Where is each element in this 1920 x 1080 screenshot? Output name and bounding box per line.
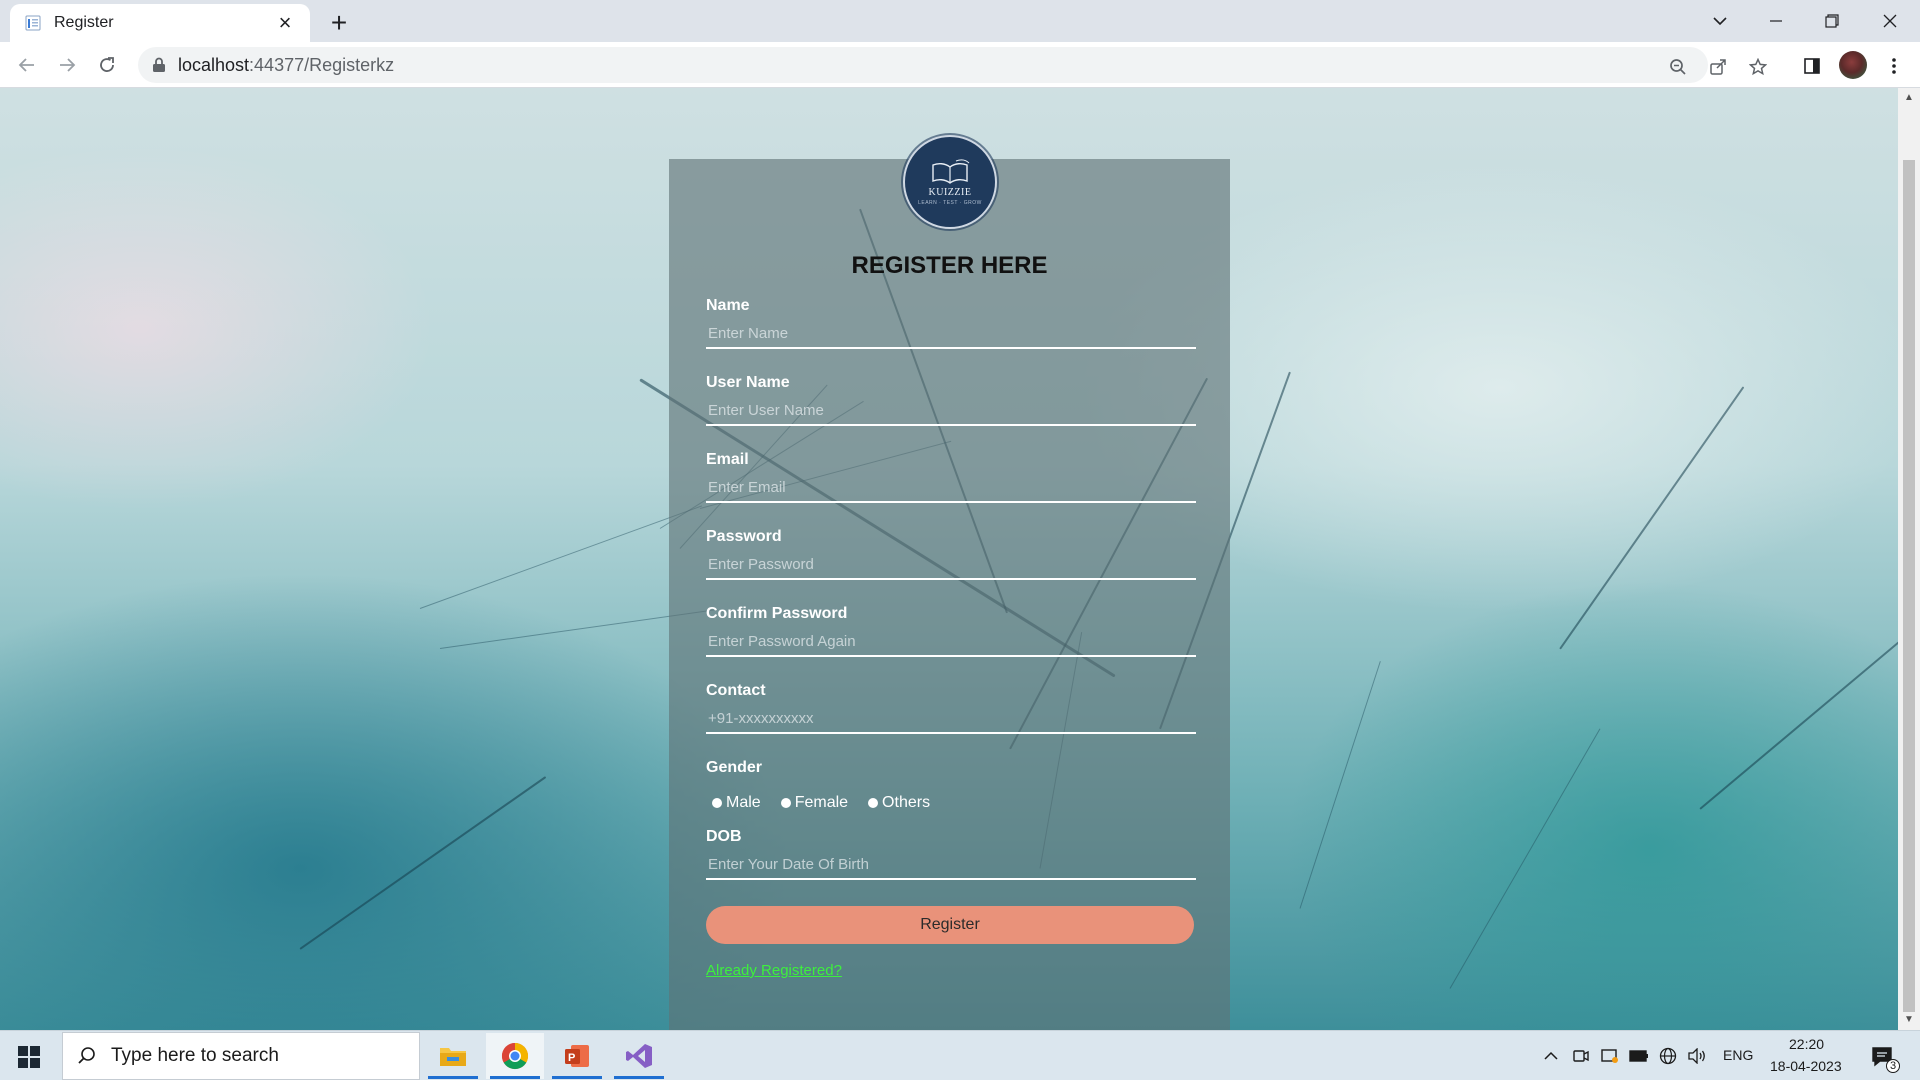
male-radio[interactable] <box>712 798 722 808</box>
background-hair <box>1299 661 1381 909</box>
dob-input[interactable] <box>706 850 1196 880</box>
minimize-icon[interactable] <box>1748 0 1804 42</box>
username-input[interactable] <box>706 396 1196 426</box>
password-label: Password <box>706 528 782 545</box>
url-path: :44377/Registerkz <box>249 54 395 75</box>
lock-icon[interactable] <box>152 57 166 73</box>
confirm-password-label: Confirm Password <box>706 605 848 622</box>
network-globe-icon[interactable] <box>1657 1045 1679 1067</box>
name-input[interactable] <box>706 319 1196 349</box>
already-registered-link[interactable]: Already Registered? <box>706 962 842 979</box>
password-input[interactable] <box>706 550 1196 580</box>
visual-studio-icon[interactable] <box>610 1033 668 1079</box>
bookmark-star-icon[interactable] <box>1746 55 1770 79</box>
meet-camera-icon[interactable] <box>1570 1045 1592 1067</box>
tab-search-chevron-icon[interactable] <box>1692 0 1748 42</box>
browser-menu-icon[interactable] <box>1880 52 1908 80</box>
confirm-password-input[interactable] <box>706 627 1196 657</box>
background-stem <box>1559 386 1745 650</box>
zoom-icon[interactable] <box>1666 55 1690 79</box>
security-icon[interactable] <box>1599 1045 1621 1067</box>
show-hidden-icons-chevron-icon[interactable] <box>1540 1045 1562 1067</box>
register-button[interactable]: Register <box>706 906 1194 944</box>
browser-toolbar: localhost:44377/Registerkz <box>0 42 1920 88</box>
clock-time[interactable]: 22:20 <box>1789 1036 1824 1052</box>
address-bar[interactable]: localhost:44377/Registerkz <box>138 47 1767 83</box>
scrollbar-thumb[interactable] <box>1903 160 1915 1012</box>
battery-icon[interactable] <box>1628 1045 1650 1067</box>
powerpoint-icon[interactable]: P <box>548 1033 606 1079</box>
side-panel-icon[interactable] <box>1798 52 1826 80</box>
scroll-down-icon[interactable]: ▼ <box>1903 1014 1915 1026</box>
visual-studio-running-indicator <box>614 1076 664 1079</box>
gender-option-others[interactable]: Others <box>862 794 930 812</box>
windows-taskbar: Type here to search P ENG 22:20 18-04-20… <box>0 1030 1920 1080</box>
restore-icon[interactable] <box>1804 0 1860 42</box>
others-radio-label: Others <box>882 794 931 811</box>
female-radio-label: Female <box>794 794 849 811</box>
volume-icon[interactable] <box>1686 1045 1708 1067</box>
windows-start-icon[interactable] <box>18 1046 40 1068</box>
taskbar-search-placeholder: Type here to search <box>111 1045 279 1066</box>
browser-tab-bar: Register × + <box>0 0 1920 42</box>
chrome-running-indicator <box>490 1076 540 1079</box>
contact-label: Contact <box>706 682 766 699</box>
kuizzie-logo: KUIZZIE LEARN · TEST · GROW <box>903 135 997 229</box>
clock-date[interactable]: 18-04-2023 <box>1770 1058 1842 1074</box>
file-explorer-icon[interactable] <box>424 1033 482 1079</box>
page-viewport: KUIZZIE LEARN · TEST · GROW REGISTER HER… <box>0 88 1898 1030</box>
dob-label: DOB <box>706 828 742 845</box>
search-icon <box>78 1047 95 1064</box>
close-tab-icon[interactable]: × <box>274 12 296 34</box>
register-card <box>669 159 1230 1030</box>
others-radio[interactable] <box>868 798 879 808</box>
tab-register[interactable]: Register × <box>10 4 310 42</box>
scroll-up-icon[interactable]: ▲ <box>1903 92 1915 104</box>
gender-option-male[interactable]: Male <box>706 794 761 812</box>
new-tab-button[interactable]: + <box>322 6 356 40</box>
gender-label: Gender <box>706 759 763 776</box>
female-radio[interactable] <box>780 798 791 808</box>
taskbar-search-box[interactable]: Type here to search <box>62 1032 420 1080</box>
email-input[interactable] <box>706 473 1196 503</box>
email-label: Email <box>706 451 749 468</box>
logo-name: KUIZZIE <box>928 186 972 198</box>
background-hair <box>1449 728 1601 989</box>
background-hair <box>419 505 703 609</box>
close-window-icon[interactable] <box>1862 0 1918 42</box>
reload-icon[interactable] <box>92 50 122 80</box>
url-host: localhost <box>178 54 250 75</box>
notification-count-badge: 3 <box>1886 1059 1900 1073</box>
tab-title: Register <box>54 14 114 31</box>
male-radio-label: Male <box>726 794 761 811</box>
gender-radio-group: Male Female Others <box>706 794 942 812</box>
open-book-icon <box>932 158 970 184</box>
username-label: User Name <box>706 374 790 391</box>
file-explorer-running-indicator <box>428 1076 478 1079</box>
name-label: Name <box>706 297 750 314</box>
back-icon[interactable] <box>12 50 42 80</box>
form-title: REGISTER HERE <box>851 252 1048 279</box>
background-stem <box>1699 641 1898 810</box>
gender-option-female[interactable]: Female <box>775 794 848 812</box>
chrome-icon[interactable] <box>486 1033 544 1079</box>
contact-input[interactable] <box>706 704 1196 734</box>
forward-icon[interactable] <box>52 50 82 80</box>
page-favicon-icon <box>24 14 42 32</box>
background-stem <box>299 776 547 950</box>
page-scrollbar[interactable]: ▲ ▼ <box>1898 88 1920 1030</box>
svg-text:P: P <box>568 1052 575 1064</box>
share-icon[interactable] <box>1706 55 1730 79</box>
powerpoint-running-indicator <box>552 1076 602 1079</box>
profile-avatar[interactable] <box>1839 51 1867 79</box>
input-language[interactable]: ENG <box>1723 1047 1753 1063</box>
logo-tagline: LEARN · TEST · GROW <box>918 199 982 206</box>
